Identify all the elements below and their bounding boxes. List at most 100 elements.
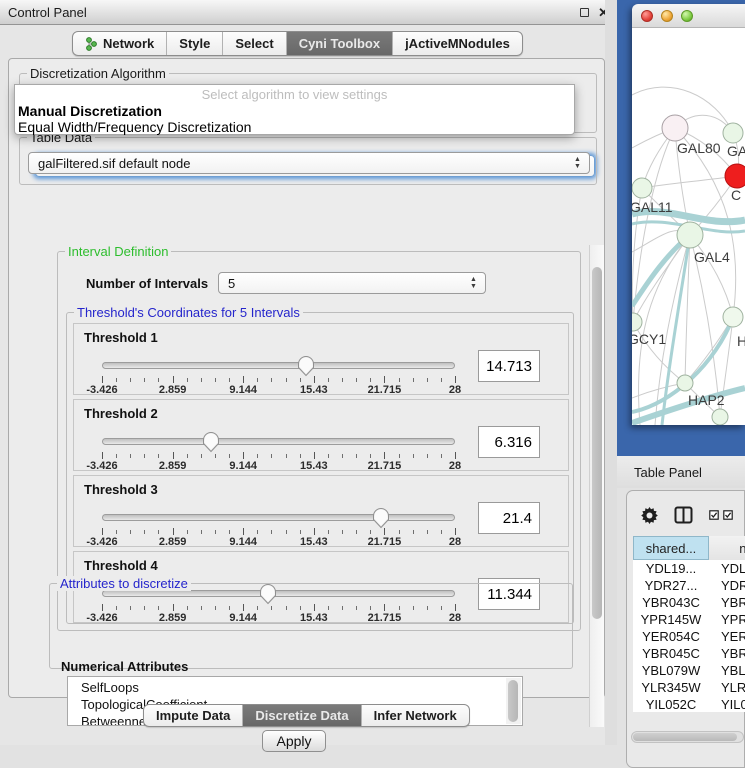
network-node-label: H: [737, 333, 745, 349]
threshold-3-slider[interactable]: -3.4262.8599.14415.4321.71528: [102, 506, 455, 546]
table-row[interactable]: YDR27...YDR2: [633, 577, 745, 594]
table-row[interactable]: YDL19...YDL1: [633, 560, 745, 577]
table-panel-header: Table Panel: [617, 456, 745, 488]
threshold-1-value-field[interactable]: 14.713: [478, 350, 540, 382]
settings-vertical-scrollbar[interactable]: [589, 245, 604, 727]
column-header-name[interactable]: na: [709, 536, 745, 560]
table-panel-region: Table Panel: [617, 456, 745, 745]
interval-definition-group-title: Interval Definition: [65, 244, 171, 259]
network-node[interactable]: [723, 123, 743, 143]
dropdown-option-equal-width-frequency[interactable]: Equal Width/Frequency Discretization: [15, 119, 574, 135]
network-node[interactable]: [662, 115, 688, 141]
threshold-2-label: Threshold 2: [84, 406, 158, 421]
table-row[interactable]: YER054CYER0: [633, 628, 745, 645]
threshold-3-value-field[interactable]: 21.4: [478, 502, 540, 534]
tab-style[interactable]: Style: [167, 32, 223, 55]
threshold-2-value-field[interactable]: 6.316: [478, 426, 540, 458]
tab-infer-network-label: Infer Network: [374, 708, 457, 723]
tab-network[interactable]: Network: [73, 32, 167, 55]
threshold-1-slider[interactable]: -3.4262.8599.14415.4321.71528: [102, 354, 455, 394]
network-node-label: HAP2: [688, 392, 725, 408]
threshold-3-panel: Threshold 3 -3.4262.8599.14415.4321.7152…: [73, 475, 569, 547]
tab-select[interactable]: Select: [223, 32, 286, 55]
slider-ticks: [102, 452, 455, 459]
tab-impute-data-label: Impute Data: [156, 708, 230, 723]
number-of-intervals-label: Number of Intervals: [86, 276, 208, 291]
attribute-item[interactable]: SelfLoops: [68, 679, 504, 696]
control-panel-titlebar: Control Panel ✕: [0, 0, 617, 25]
slider-tick-labels: -3.4262.8599.14415.4321.71528: [102, 384, 455, 396]
close-traffic-light-icon[interactable]: [641, 10, 653, 22]
network-node[interactable]: [632, 313, 642, 331]
number-of-intervals-value: 5: [228, 276, 235, 291]
table-row[interactable]: YIL052CYIL0: [633, 696, 745, 712]
network-node[interactable]: [723, 307, 743, 327]
network-node[interactable]: [632, 178, 652, 198]
combo-arrows-icon: ▲▼: [469, 276, 478, 290]
scrollbar-thumb[interactable]: [508, 680, 518, 722]
columns-icon[interactable]: [674, 506, 693, 524]
slider-ticks: [102, 376, 455, 383]
zoom-traffic-light-icon[interactable]: [681, 10, 693, 22]
slider-track[interactable]: [102, 438, 455, 445]
table-row[interactable]: YLR345WYLR3: [633, 679, 745, 696]
tab-network-label: Network: [103, 36, 154, 51]
network-window-titlebar: [632, 4, 745, 28]
tab-cyni-toolbox-label: Cyni Toolbox: [299, 36, 380, 51]
scrollbar-thumb[interactable]: [592, 267, 602, 619]
dropdown-option-manual-discretization[interactable]: Manual Discretization: [15, 103, 574, 119]
table-horizontal-scrollbar[interactable]: [631, 731, 744, 743]
control-panel-tabs: Network Style Select Cyni Toolbox jActiv…: [72, 31, 523, 56]
combo-arrows-icon: ▲▼: [573, 156, 582, 170]
slider-tick-labels: -3.4262.8599.14415.4321.71528: [102, 460, 455, 472]
checkbox-checked-icon[interactable]: [709, 510, 719, 520]
threshold-2-slider[interactable]: -3.4262.8599.14415.4321.71528: [102, 430, 455, 470]
float-window-icon[interactable]: [580, 8, 589, 17]
discretization-algorithm-group-title: Discretization Algorithm: [27, 66, 169, 81]
network-canvas[interactable]: GAL80GACGAL11GAL4GCY1HHAP2: [632, 28, 745, 425]
table-toolbar: [627, 495, 745, 535]
gear-icon[interactable]: [641, 507, 658, 524]
threshold-3-label: Threshold 3: [84, 482, 158, 497]
apply-button[interactable]: Apply: [262, 730, 326, 752]
tab-cyni-toolbox[interactable]: Cyni Toolbox: [287, 32, 393, 55]
network-node[interactable]: [677, 375, 693, 391]
table-row[interactable]: YPR145WYPR1: [633, 611, 745, 628]
tab-discretize-data-label: Discretize Data: [255, 708, 348, 723]
tab-impute-data[interactable]: Impute Data: [144, 705, 243, 726]
tab-infer-network[interactable]: Infer Network: [362, 705, 469, 726]
slider-handle[interactable]: [202, 431, 220, 453]
slider-track[interactable]: [102, 514, 455, 521]
tab-jactivemnodules[interactable]: jActiveMNodules: [393, 32, 522, 55]
network-node-label: GCY1: [632, 331, 666, 347]
tab-discretize-data[interactable]: Discretize Data: [243, 705, 361, 726]
network-canvas-svg: GAL80GACGAL11GAL4GCY1HHAP2: [632, 28, 745, 425]
attributes-group: Attributes to discretize: [49, 583, 573, 669]
algorithm-dropdown-popup: Select algorithm to view settings Manual…: [14, 84, 575, 135]
table-row[interactable]: YBR045CYBR0: [633, 645, 745, 662]
threshold-4-label: Threshold 4: [84, 558, 158, 573]
scrollbar-thumb[interactable]: [633, 733, 737, 741]
attributes-scrollbar[interactable]: [506, 678, 521, 724]
minimize-traffic-light-icon[interactable]: [661, 10, 673, 22]
table-panel: shared... na YDL19...YDL1YDR27...YDR2YBR…: [626, 490, 745, 768]
table-data-combobox[interactable]: galFiltered.sif default node ▲▼: [28, 152, 590, 174]
checkbox-checked-icon[interactable]: [723, 510, 733, 520]
network-node[interactable]: [725, 164, 745, 188]
network-node-label: GAL80: [677, 140, 721, 156]
slider-handle[interactable]: [372, 507, 390, 529]
table-row[interactable]: YBR043CYBR0: [633, 594, 745, 611]
threshold-1-label: Threshold 1: [84, 330, 158, 345]
network-node-label: GAL4: [694, 249, 730, 265]
number-of-intervals-combobox[interactable]: 5 ▲▼: [218, 272, 486, 294]
tab-jactivemnodules-label: jActiveMNodules: [405, 36, 510, 51]
interval-definition-group: Interval Definition Number of Intervals …: [57, 251, 581, 631]
slider-handle[interactable]: [297, 355, 315, 377]
slider-track[interactable]: [102, 362, 455, 369]
dropdown-hint: Select algorithm to view settings: [15, 85, 574, 103]
slider-tick-labels: -3.4262.8599.14415.4321.71528: [102, 536, 455, 548]
network-node[interactable]: [712, 409, 728, 425]
table-row[interactable]: YBL079WYBL0: [633, 662, 745, 679]
network-node[interactable]: [677, 222, 703, 248]
column-header-shared-name[interactable]: shared...: [633, 536, 709, 560]
